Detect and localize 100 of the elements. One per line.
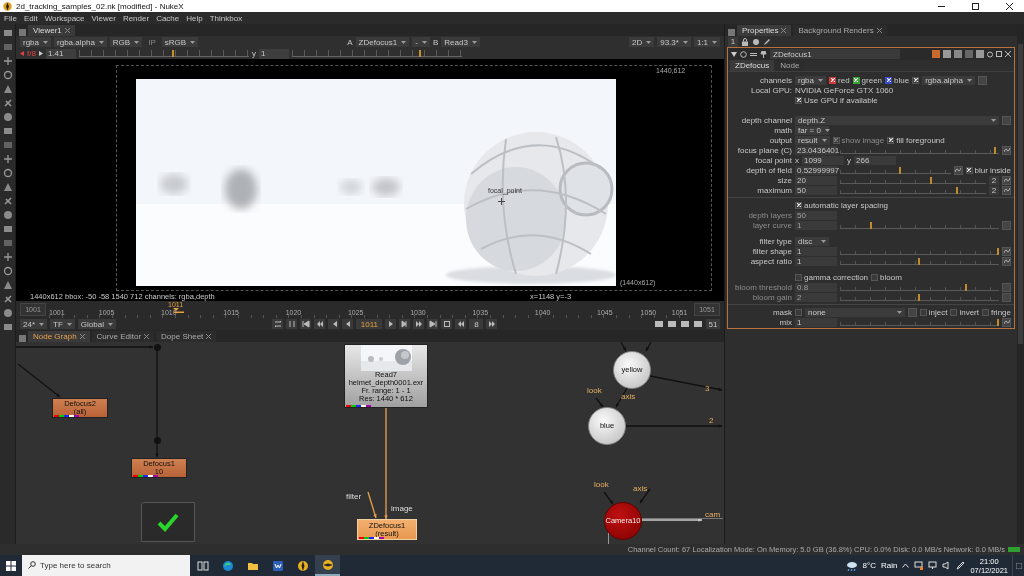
checkbox[interactable]: [795, 96, 802, 104]
maximize-icon[interactable]: [971, 2, 979, 10]
tool-icon[interactable]: [2, 322, 13, 332]
help-icon[interactable]: [987, 50, 993, 58]
input-field[interactable]: 1: [795, 317, 837, 327]
tool-icon[interactable]: [2, 56, 13, 66]
gamma-field[interactable]: 1: [258, 48, 289, 59]
monitor-icon[interactable]: [914, 561, 924, 570]
tool-icon[interactable]: [2, 98, 13, 108]
close-icon[interactable]: [1005, 51, 1011, 57]
input-field[interactable]: 266: [854, 155, 896, 165]
gain-field[interactable]: 1.41: [45, 48, 76, 59]
checkbox[interactable]: [982, 308, 989, 316]
close-icon[interactable]: [1005, 2, 1013, 10]
nuke-button[interactable]: [315, 555, 340, 576]
dropdown[interactable]: none: [805, 307, 905, 317]
dropdown[interactable]: result: [795, 135, 830, 145]
curve-button[interactable]: [1002, 145, 1011, 155]
tab[interactable]: Curve Editor: [91, 331, 155, 342]
input-field[interactable]: 1: [795, 256, 837, 266]
curve-button[interactable]: [1002, 246, 1011, 256]
checkbox[interactable]: [919, 308, 927, 316]
dropdown[interactable]: 1:1: [693, 37, 720, 47]
dropdown[interactable]: sRGB: [161, 37, 199, 47]
tab[interactable]: Dope Sheet: [156, 331, 217, 342]
input-field[interactable]: 20: [795, 175, 837, 185]
dropdown[interactable]: disc: [795, 236, 829, 246]
tool-icon[interactable]: [2, 28, 13, 38]
curve-button[interactable]: [1002, 185, 1011, 195]
increment-field[interactable]: 8: [469, 319, 484, 329]
checkbox[interactable]: [829, 76, 836, 84]
float-icon[interactable]: [996, 51, 1002, 57]
tool-icon[interactable]: [2, 252, 13, 262]
tab[interactable]: Node Graph: [28, 331, 90, 342]
input-field[interactable]: 2: [989, 185, 999, 195]
dropdown[interactable]: Global: [77, 319, 116, 329]
tab[interactable]: Background Renders: [793, 25, 887, 36]
speaker-icon[interactable]: [942, 561, 952, 570]
menu-item[interactable]: Workspace: [44, 13, 85, 23]
chevron-up-icon[interactable]: [902, 563, 910, 568]
task-view-icon[interactable]: [196, 559, 209, 572]
input-field[interactable]: 1099: [802, 155, 844, 165]
display-icon[interactable]: [928, 561, 938, 570]
tool-icon[interactable]: [2, 182, 13, 192]
dot-node[interactable]: [153, 343, 161, 351]
arrow-right-icon[interactable]: [38, 51, 43, 56]
tool-icon[interactable]: [2, 224, 13, 234]
slider-thumb[interactable]: [956, 186, 959, 194]
checkbox[interactable]: [912, 76, 920, 84]
input-field[interactable]: 2: [989, 175, 999, 185]
toggle-button[interactable]: IP: [145, 37, 159, 47]
collapse-icon[interactable]: [731, 51, 737, 57]
menu-item[interactable]: Viewer: [91, 13, 116, 23]
curve-button[interactable]: [1002, 175, 1011, 185]
crosshair-icon[interactable]: [498, 198, 505, 205]
menu-item[interactable]: Render: [122, 13, 150, 23]
input-field[interactable]: 1: [795, 246, 837, 256]
tab[interactable]: Viewer1: [28, 25, 75, 36]
max-panels-field[interactable]: 1: [728, 36, 738, 47]
dropdown[interactable]: -: [412, 37, 430, 47]
dropdown[interactable]: ZDefocus1: [355, 37, 410, 47]
search-field[interactable]: Type here to search: [22, 555, 190, 576]
browser-icon[interactable]: [221, 559, 234, 572]
menu-item[interactable]: File: [4, 13, 17, 23]
checkbox[interactable]: [965, 166, 973, 174]
tool-icon[interactable]: [2, 70, 13, 80]
range-field[interactable]: 51: [706, 319, 720, 329]
tool-icon[interactable]: [2, 126, 13, 136]
dropdown[interactable]: 24*: [20, 319, 47, 329]
dropdown[interactable]: far = 0: [795, 125, 829, 135]
tool-icon[interactable]: [2, 266, 13, 276]
dropdown[interactable]: 2D: [628, 37, 655, 47]
slider-thumb[interactable]: [929, 176, 932, 184]
tool-icon[interactable]: [2, 84, 13, 94]
slider-thumb[interactable]: [917, 257, 920, 265]
curve-button[interactable]: [953, 165, 963, 175]
tool-icon[interactable]: [2, 294, 13, 304]
input-field[interactable]: 50: [795, 185, 837, 195]
dropdown[interactable]: rgba: [795, 75, 826, 85]
input-field[interactable]: 23.0436401: [795, 145, 837, 155]
arrows-icon[interactable]: [750, 50, 757, 58]
slider-thumb[interactable]: [419, 50, 422, 57]
backdrop-node[interactable]: [141, 502, 195, 542]
notification-icon[interactable]: [1015, 562, 1022, 569]
arrow-left-icon[interactable]: [20, 51, 24, 56]
pin-icon[interactable]: [760, 50, 767, 58]
document-icon[interactable]: [271, 559, 284, 572]
checkbox[interactable]: [795, 308, 802, 316]
menu-item[interactable]: Edit: [23, 13, 38, 23]
curve-button[interactable]: [1002, 317, 1011, 327]
curve-button[interactable]: [1002, 256, 1011, 266]
circle-icon[interactable]: [740, 50, 747, 58]
checkbox[interactable]: [885, 76, 893, 84]
tab[interactable]: Properties: [737, 25, 792, 36]
tool-icon[interactable]: [2, 168, 13, 178]
checkbox[interactable]: [852, 76, 860, 84]
dropdown[interactable]: rgba.alpha: [922, 75, 975, 85]
app-logo-icon[interactable]: [321, 558, 334, 571]
tool-icon[interactable]: [2, 196, 13, 206]
dropdown[interactable]: depth.Z: [795, 115, 999, 125]
